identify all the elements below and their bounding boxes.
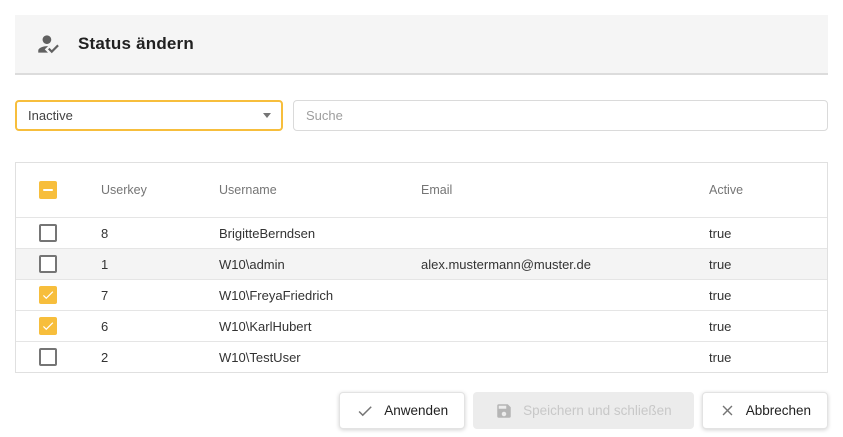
- cell-userkey: 1: [101, 257, 219, 272]
- person-check-icon: [35, 31, 61, 57]
- cell-userkey: 8: [101, 226, 219, 241]
- row-checkbox[interactable]: [39, 255, 57, 273]
- table-row[interactable]: 8 BrigitteBerndsen true: [16, 217, 827, 248]
- status-change-dialog: Status ändern Inactive Userkey Username …: [0, 0, 843, 437]
- column-header-userkey[interactable]: Userkey: [101, 183, 219, 197]
- user-table: Userkey Username Email Active 8 Brigitte…: [15, 162, 828, 373]
- row-checkbox[interactable]: [39, 286, 57, 304]
- table-row[interactable]: 6 W10\KarlHubert true: [16, 310, 827, 341]
- table-header-row: Userkey Username Email Active: [16, 163, 827, 217]
- cell-username: W10\TestUser: [219, 350, 421, 365]
- cell-active: true: [709, 288, 827, 303]
- column-header-email[interactable]: Email: [421, 183, 709, 197]
- cell-username: BrigitteBerndsen: [219, 226, 421, 241]
- close-icon: [719, 402, 736, 419]
- indeterminate-dash-icon: [43, 189, 53, 191]
- check-icon: [356, 402, 374, 420]
- table-row[interactable]: 7 W10\FreyaFriedrich true: [16, 279, 827, 310]
- check-icon: [41, 319, 55, 333]
- column-header-active[interactable]: Active: [709, 183, 827, 197]
- cell-userkey: 2: [101, 350, 219, 365]
- apply-button[interactable]: Anwenden: [339, 392, 465, 429]
- cell-username: W10\FreyaFriedrich: [219, 288, 421, 303]
- cell-active: true: [709, 257, 827, 272]
- cell-userkey: 7: [101, 288, 219, 303]
- cell-email: alex.mustermann@muster.de: [421, 257, 709, 272]
- table-body: 8 BrigitteBerndsen true 1 W10\admin alex…: [16, 217, 827, 372]
- filter-bar: Inactive: [15, 100, 828, 131]
- cell-username: W10\admin: [219, 257, 421, 272]
- status-select[interactable]: Inactive: [15, 100, 283, 131]
- cancel-button[interactable]: Abbrechen: [702, 392, 828, 429]
- row-checkbox[interactable]: [39, 224, 57, 242]
- page-title: Status ändern: [78, 34, 194, 54]
- search-input[interactable]: [293, 100, 828, 131]
- column-header-username[interactable]: Username: [219, 183, 421, 197]
- row-checkbox[interactable]: [39, 348, 57, 366]
- cell-active: true: [709, 350, 827, 365]
- row-checkbox[interactable]: [39, 317, 57, 335]
- cell-active: true: [709, 226, 827, 241]
- apply-button-label: Anwenden: [384, 403, 448, 418]
- status-select-value: Inactive: [28, 108, 263, 123]
- cell-active: true: [709, 319, 827, 334]
- check-icon: [41, 288, 55, 302]
- table-row[interactable]: 1 W10\admin alex.mustermann@muster.de tr…: [16, 248, 827, 279]
- chevron-down-icon: [263, 113, 271, 118]
- cell-username: W10\KarlHubert: [219, 319, 421, 334]
- dialog-header: Status ändern: [15, 15, 828, 75]
- save-and-close-button[interactable]: Speichern und schließen: [473, 392, 694, 429]
- cell-userkey: 6: [101, 319, 219, 334]
- footer-button-bar: Anwenden Speichern und schließen Abbrech…: [15, 392, 828, 429]
- save-and-close-button-label: Speichern und schließen: [523, 403, 672, 418]
- select-all-checkbox[interactable]: [39, 181, 57, 199]
- save-icon: [495, 402, 513, 420]
- table-row[interactable]: 2 W10\TestUser true: [16, 341, 827, 372]
- cancel-button-label: Abbrechen: [746, 403, 811, 418]
